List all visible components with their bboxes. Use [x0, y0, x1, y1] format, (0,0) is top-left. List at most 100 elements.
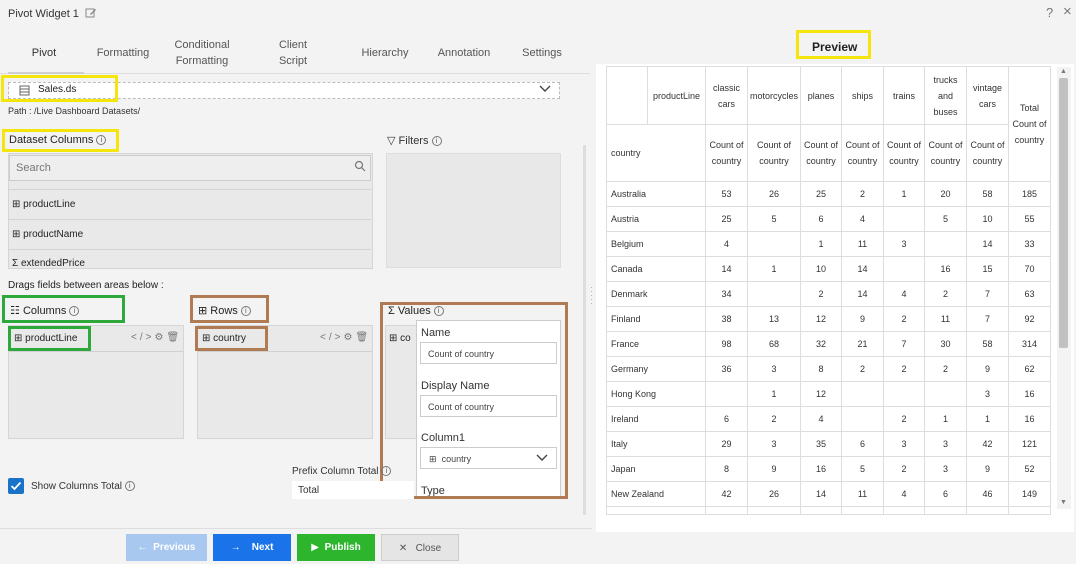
- tab-label: Formatting: [96, 47, 150, 59]
- table-row: Australia 53 26 25 2 1 20 58 185: [606, 181, 1052, 207]
- scrollbar-thumb[interactable]: [1059, 78, 1068, 348]
- arrow-right-icon: →: [230, 542, 241, 553]
- tab-annotation[interactable]: Annotation: [432, 45, 496, 61]
- table-header-cell: Count of country: [705, 124, 748, 182]
- table-cell: 29: [705, 431, 748, 457]
- table-cell: [924, 231, 968, 257]
- rows-field[interactable]: ⊞ country: [202, 333, 246, 344]
- list-item[interactable]: ⊞ productLine: [12, 199, 75, 210]
- table-icon: ⊞: [14, 333, 23, 344]
- search-icon[interactable]: [354, 160, 366, 172]
- table-cell-country: Australia: [606, 181, 706, 207]
- field-actions[interactable]: </>⚙🗑: [131, 332, 182, 343]
- table-row: New Zealand 42 26 14 11 4 6 46 149: [606, 481, 1052, 507]
- code-icon[interactable]: </>: [131, 332, 154, 343]
- chevron-down-icon[interactable]: [538, 83, 552, 95]
- table-cell-country: Denmark: [606, 281, 706, 307]
- table-cell: 2: [800, 281, 843, 307]
- help-icon[interactable]: ?: [1046, 5, 1053, 20]
- table-cell: 9: [966, 356, 1010, 382]
- close-icon: ✕: [398, 543, 408, 554]
- prefix-column-total-input[interactable]: Total: [292, 481, 414, 499]
- table-cell: 2: [883, 356, 926, 382]
- scrollbar[interactable]: [583, 145, 586, 515]
- columns-field[interactable]: ⊞ productLine: [14, 333, 77, 344]
- tab-pivot[interactable]: Pivot: [14, 45, 74, 61]
- search-placeholder: Search: [16, 162, 51, 174]
- table-header-row: productLine classic cars motorcycles planes…: [606, 66, 1052, 182]
- show-columns-total-text: Show Columns Total: [31, 481, 122, 492]
- table-cell-country: Canada: [606, 256, 706, 282]
- table-icon: ⊞: [12, 229, 21, 240]
- info-icon[interactable]: i: [124, 481, 135, 492]
- table-cell: 25: [800, 181, 843, 207]
- tab-client-script[interactable]: Client Script: [268, 37, 318, 69]
- table-cell: [606, 506, 706, 515]
- gear-icon[interactable]: ⚙: [343, 332, 355, 343]
- table-header-cell: country: [606, 124, 706, 182]
- table-cell: 5: [841, 456, 885, 482]
- info-icon[interactable]: i: [431, 136, 442, 147]
- trash-icon[interactable]: 🗑: [355, 332, 371, 343]
- table-cell: 2: [841, 181, 885, 207]
- table-header-cell: Total Count of country: [1008, 66, 1052, 182]
- table-cell-country: France: [606, 331, 706, 357]
- splitter-handle[interactable]: · · · · ·: [590, 283, 593, 308]
- tab-formatting[interactable]: Formatting: [92, 45, 154, 61]
- filters-label: ▽ Filters i: [387, 134, 442, 147]
- dataset-highlight: [1, 75, 118, 102]
- code-icon[interactable]: </>: [320, 332, 343, 343]
- close-button[interactable]: ✕ Close: [381, 534, 459, 561]
- table-cell: 26: [746, 181, 802, 207]
- table-cell: 4: [841, 206, 885, 232]
- table-header-cell: Count of country: [800, 124, 843, 182]
- table-cell: [966, 506, 1010, 515]
- publish-button[interactable]: ▶ Publish: [297, 534, 375, 561]
- table-cell: 26: [746, 481, 802, 507]
- table-header-cell: Count of country: [841, 124, 885, 182]
- tab-settings[interactable]: Settings: [516, 45, 568, 61]
- table-row: [606, 506, 1052, 515]
- table-cell: 1: [966, 406, 1010, 432]
- table-cell: 4: [883, 481, 926, 507]
- table-cell: [1008, 506, 1052, 515]
- table-cell: 20: [924, 181, 968, 207]
- list-item[interactable]: ⊞ productName: [12, 229, 83, 240]
- info-icon[interactable]: i: [381, 466, 392, 477]
- previous-button[interactable]: ← Previous: [126, 534, 207, 561]
- edit-icon[interactable]: [85, 7, 97, 19]
- table-cell: 98: [705, 331, 748, 357]
- table-cell: 14: [705, 256, 748, 282]
- search-input[interactable]: [9, 155, 371, 181]
- list-item[interactable]: Σ extendedPrice: [12, 258, 85, 269]
- table-cell: 3: [924, 456, 968, 482]
- table-cell-total: 121: [1008, 431, 1052, 457]
- table-cell: 58: [966, 181, 1010, 207]
- next-button[interactable]: → Next: [213, 534, 291, 561]
- footer-divider: [0, 528, 592, 529]
- filters-drop-area[interactable]: [386, 153, 561, 268]
- table-cell-total: 70: [1008, 256, 1052, 282]
- tab-label: Client: [278, 39, 308, 51]
- table-cell: 21: [841, 331, 885, 357]
- table-cell-total: 16: [1008, 381, 1052, 407]
- tab-hierarchy[interactable]: Hierarchy: [356, 45, 414, 61]
- gear-icon[interactable]: ⚙: [154, 332, 166, 343]
- tab-label: Settings: [522, 47, 562, 59]
- table-cell: 11: [841, 231, 885, 257]
- field-label: country: [213, 333, 246, 344]
- table-cell-total: 63: [1008, 281, 1052, 307]
- scroll-up-icon[interactable]: ▲: [1060, 68, 1067, 75]
- close-icon[interactable]: ×: [1063, 3, 1072, 20]
- tab-label: Formatting: [175, 55, 229, 67]
- trash-icon[interactable]: 🗑: [166, 332, 182, 343]
- scroll-down-icon[interactable]: ▼: [1060, 499, 1067, 506]
- field-actions[interactable]: </>⚙🗑: [320, 332, 371, 343]
- prefix-column-total-text: Prefix Column Total: [292, 466, 379, 477]
- tab-conditional-formatting[interactable]: Conditional Formatting: [166, 37, 238, 69]
- table-cell-country: Italy: [606, 431, 706, 457]
- table-cell: [924, 506, 968, 515]
- table-cell: 6: [705, 406, 748, 432]
- show-columns-total-checkbox[interactable]: [8, 478, 24, 494]
- table-cell-country: Ireland: [606, 406, 706, 432]
